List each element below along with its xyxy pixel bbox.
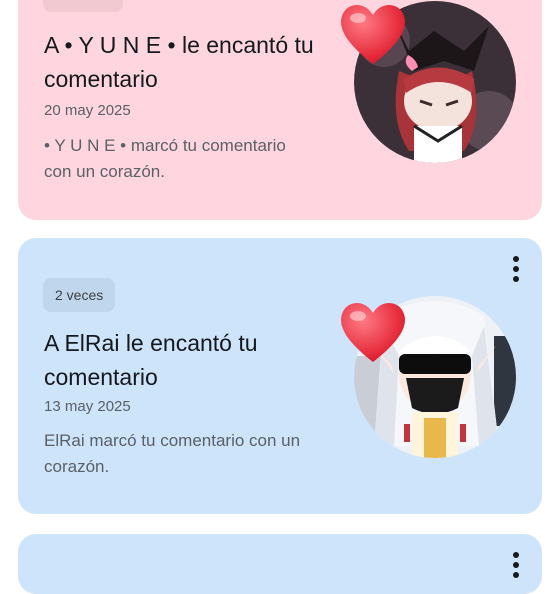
- notification-card-1[interactable]: 19 veces A • Y U N E • le encantó tu com…: [18, 0, 542, 220]
- notification-title: A • Y U N E • le encantó tu comentario: [44, 32, 314, 92]
- like-count-badge: 2 veces: [43, 278, 116, 312]
- notification-card-2[interactable]: 2 veces A ElRai le encantó tu comentario…: [18, 238, 542, 514]
- like-count-badge: 19 veces: [43, 0, 124, 12]
- notification-card-3[interactable]: [18, 534, 542, 594]
- heart-icon: [341, 302, 405, 362]
- more-options-icon[interactable]: [504, 252, 528, 286]
- notification-date: 20 may 2025: [44, 102, 131, 119]
- notification-title: A ElRai le encantó tu comentario: [44, 330, 258, 390]
- notification-date: 13 may 2025: [44, 398, 131, 415]
- more-options-icon[interactable]: [504, 548, 528, 582]
- notification-description: ElRai marcó tu comentario con un corazón…: [44, 431, 301, 476]
- heart-icon: [341, 4, 405, 65]
- notification-description: • Y U N E • marcó tu comentario con un c…: [44, 136, 286, 181]
